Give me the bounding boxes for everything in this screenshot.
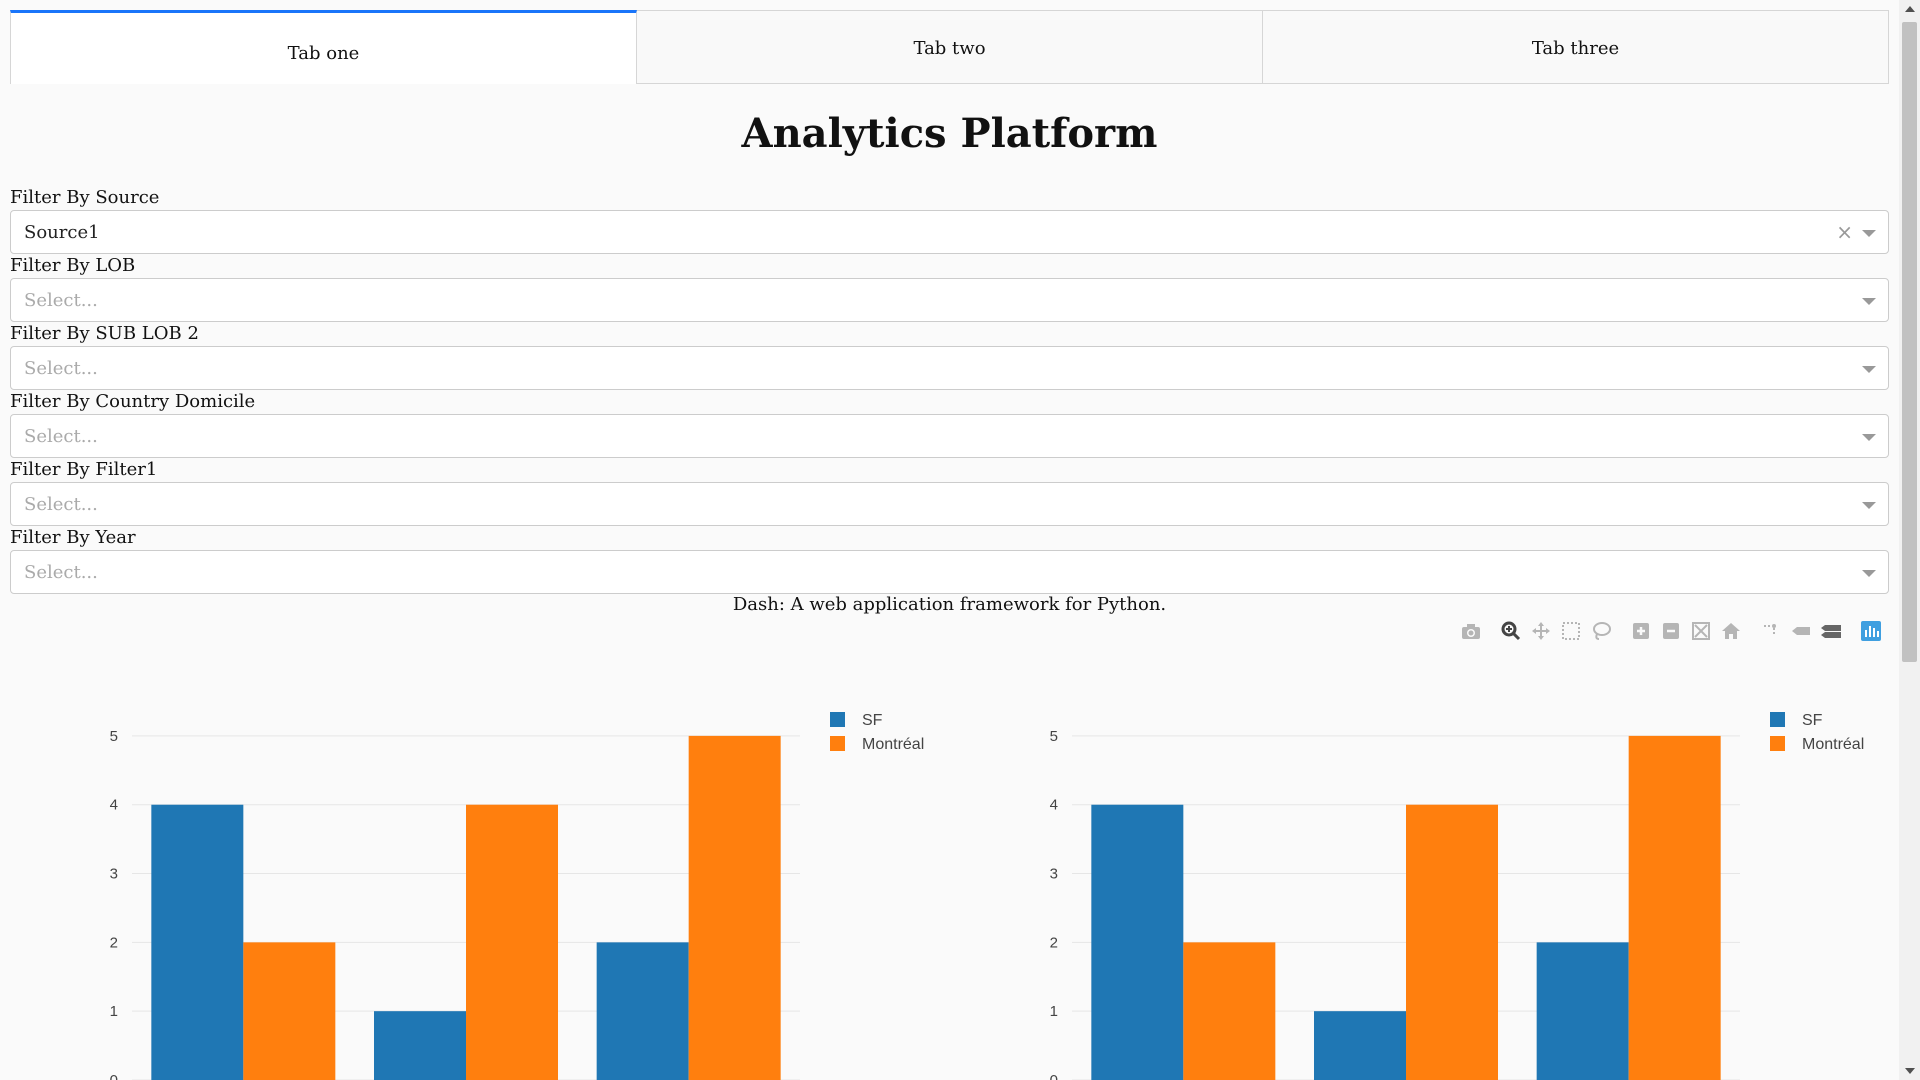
legend-swatch [1770, 736, 1785, 751]
plot-modebar [1460, 620, 1900, 644]
y-tick-label: 4 [1050, 797, 1058, 814]
placeholder: Select... [24, 290, 98, 311]
tab-label: Tab one [287, 43, 360, 64]
selected-value: Source1 [24, 222, 100, 243]
zoom-out-icon[interactable] [1660, 620, 1682, 642]
filter-sub-lob-dropdown[interactable]: Select... [10, 346, 1889, 390]
chevron-down-icon[interactable] [1862, 570, 1876, 577]
bar-montréal [1183, 942, 1276, 1080]
dash-app: Tab one Tab two Tab three Analytics Plat… [10, 0, 1889, 1080]
lasso-select-icon[interactable] [1590, 620, 1612, 642]
y-tick-label: 2 [1050, 934, 1058, 951]
y-tick-label: 0 [1050, 1072, 1058, 1080]
filter-filter1-dropdown[interactable]: Select... [10, 482, 1889, 526]
scroll-up-icon[interactable] [1905, 6, 1915, 12]
page-title: Analytics Platform [741, 110, 1158, 157]
chart-svg: 0 1 2 3 4 5 SF Montréal [1050, 712, 1864, 1080]
tab-two[interactable]: Tab two [637, 10, 1263, 84]
y-tick-label: 3 [110, 866, 118, 883]
filter-year-label: Filter By Year [10, 527, 136, 548]
filter-lob-label: Filter By LOB [10, 255, 136, 276]
legend-swatch [1770, 712, 1785, 727]
legend-label: SF [862, 712, 883, 729]
spike-lines-icon[interactable] [1760, 620, 1782, 642]
zoom-icon[interactable] [1500, 620, 1522, 642]
tab-one[interactable]: Tab one [10, 10, 637, 84]
placeholder: Select... [24, 562, 98, 583]
y-tick-label: 5 [1050, 728, 1058, 745]
legend-swatch [830, 736, 845, 751]
camera-icon[interactable] [1460, 620, 1482, 642]
clear-icon[interactable]: × [1836, 220, 1853, 244]
filter-country-dropdown[interactable]: Select... [10, 414, 1889, 458]
bar-chart-right: 0 1 2 3 4 5 SF Montréal [950, 690, 1890, 1080]
tab-three[interactable]: Tab three [1263, 10, 1889, 84]
filter-source-label: Filter By Source [10, 187, 160, 208]
bar-sf [1091, 804, 1184, 1080]
pan-icon[interactable] [1530, 620, 1552, 642]
placeholder: Select... [24, 426, 98, 447]
hover-compare-icon[interactable] [1820, 620, 1842, 642]
placeholder: Select... [24, 494, 98, 515]
chevron-down-icon[interactable] [1862, 298, 1876, 305]
plotly-logo-icon[interactable] [1860, 620, 1882, 642]
y-tick-label: 3 [1050, 866, 1058, 883]
filter-sub-lob-label: Filter By SUB LOB 2 [10, 323, 199, 344]
filter-lob-dropdown[interactable]: Select... [10, 278, 1889, 322]
y-tick-label: 1 [110, 1003, 118, 1020]
bar-sf [1536, 942, 1629, 1080]
hover-closest-icon[interactable] [1790, 620, 1812, 642]
bar-montréal [688, 735, 781, 1080]
bar-montréal [466, 804, 558, 1080]
chevron-down-icon[interactable] [1862, 366, 1876, 373]
bar-montréal [243, 942, 336, 1080]
bar-sf [374, 1011, 466, 1080]
bar-sf [1314, 1011, 1406, 1080]
vertical-scrollbar[interactable] [1899, 0, 1920, 1080]
autoscale-icon[interactable] [1690, 620, 1712, 642]
chevron-down-icon[interactable] [1862, 230, 1876, 237]
y-tick-label: 2 [110, 934, 118, 951]
y-tick-label: 0 [110, 1072, 118, 1080]
legend-label: Montréal [1802, 736, 1864, 753]
bar-chart-left: 0 1 2 3 4 5 SF Montréal [10, 690, 950, 1080]
legend-label: Montréal [862, 736, 924, 753]
bar-sf [151, 804, 244, 1080]
scrollbar-thumb[interactable] [1902, 22, 1917, 662]
box-select-icon[interactable] [1560, 620, 1582, 642]
bar-sf [596, 942, 689, 1080]
filter-source-dropdown[interactable]: Source1 × [10, 210, 1889, 254]
bar-montréal [1406, 804, 1498, 1080]
y-tick-label: 1 [1050, 1003, 1058, 1020]
tab-bar: Tab one Tab two Tab three [10, 10, 1889, 86]
chart-svg: 0 1 2 3 4 5 SF Montréal [110, 712, 924, 1080]
bar-montréal [1628, 735, 1721, 1080]
filter-year-dropdown[interactable]: Select... [10, 550, 1889, 594]
y-tick-label: 5 [110, 728, 118, 745]
tab-label: Tab three [1531, 37, 1620, 59]
chevron-down-icon[interactable] [1862, 434, 1876, 441]
scroll-down-icon[interactable] [1905, 1068, 1915, 1074]
tab-label: Tab two [913, 37, 986, 59]
placeholder: Select... [24, 358, 98, 379]
chevron-down-icon[interactable] [1862, 502, 1876, 509]
zoom-in-icon[interactable] [1630, 620, 1652, 642]
y-tick-label: 4 [110, 797, 118, 814]
legend-swatch [830, 712, 845, 727]
filter-country-label: Filter By Country Domicile [10, 391, 256, 412]
reset-axes-icon[interactable] [1720, 620, 1742, 642]
legend-label: SF [1802, 712, 1823, 729]
filter-filter1-label: Filter By Filter1 [10, 459, 158, 480]
caption-text: Dash: A web application framework for Py… [732, 594, 1167, 615]
